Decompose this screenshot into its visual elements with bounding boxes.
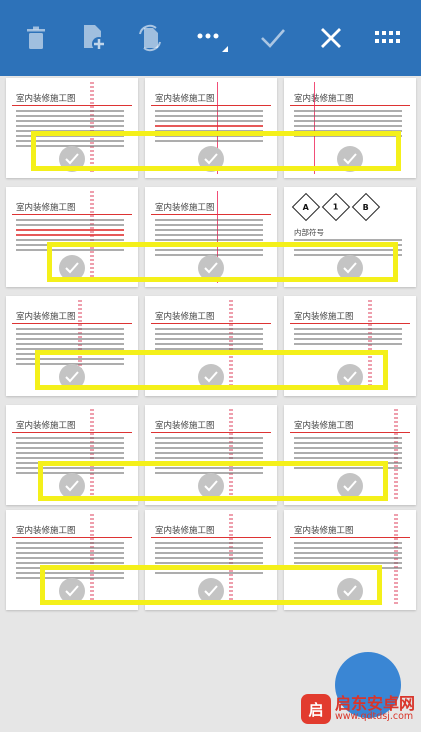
page-header: 室内装修施工图 (155, 203, 215, 213)
rotate-page-icon[interactable] (130, 18, 170, 58)
trash-icon[interactable] (16, 18, 56, 58)
highlight-box (40, 565, 382, 605)
confirm-check-icon[interactable] (253, 18, 293, 58)
page-thumbnail-grid: 室内装修施工图 室内装修施工图 室内装修施工图 室内装修施工图 室内装修施工图 (0, 76, 421, 732)
add-page-icon[interactable] (74, 18, 114, 58)
more-icon[interactable] (188, 18, 228, 58)
symbol-diagrams: A 1 B (291, 192, 381, 222)
close-icon[interactable] (311, 18, 351, 58)
page-header: 室内装修施工图 (155, 526, 215, 536)
watermark-logo-icon: 启 (300, 694, 331, 724)
highlight-box (38, 461, 388, 501)
highlight-box (35, 350, 388, 390)
watermark-title: 启东安卓网 (334, 693, 415, 713)
page-header: 室内装修施工图 (16, 421, 76, 431)
page-header: 室内装修施工图 (294, 526, 354, 536)
page-header: 室内装修施工图 (16, 526, 76, 536)
grid-view-icon[interactable] (368, 18, 408, 58)
page-header: 室内装修施工图 (294, 94, 354, 104)
watermark-url: www.qdtdsj.com (334, 711, 414, 723)
page-header: 室内装修施工图 (16, 94, 76, 104)
page-header: 室内装修施工图 (16, 312, 76, 322)
page-header: 室内装修施工图 (155, 94, 215, 104)
page-header: 室内装修施工图 (294, 312, 354, 322)
highlight-box (47, 242, 398, 282)
page-header: 室内装修施工图 (16, 203, 76, 213)
page-header: 室内装修施工图 (155, 312, 215, 322)
highlight-box (31, 131, 401, 171)
top-toolbar (0, 0, 421, 76)
page-header: 室内装修施工图 (155, 421, 215, 431)
site-watermark: 启 启东安卓网 www.qdtdsj.com (300, 693, 415, 724)
page-header: 内部符号 (294, 228, 324, 237)
page-header: 室内装修施工图 (294, 421, 354, 431)
